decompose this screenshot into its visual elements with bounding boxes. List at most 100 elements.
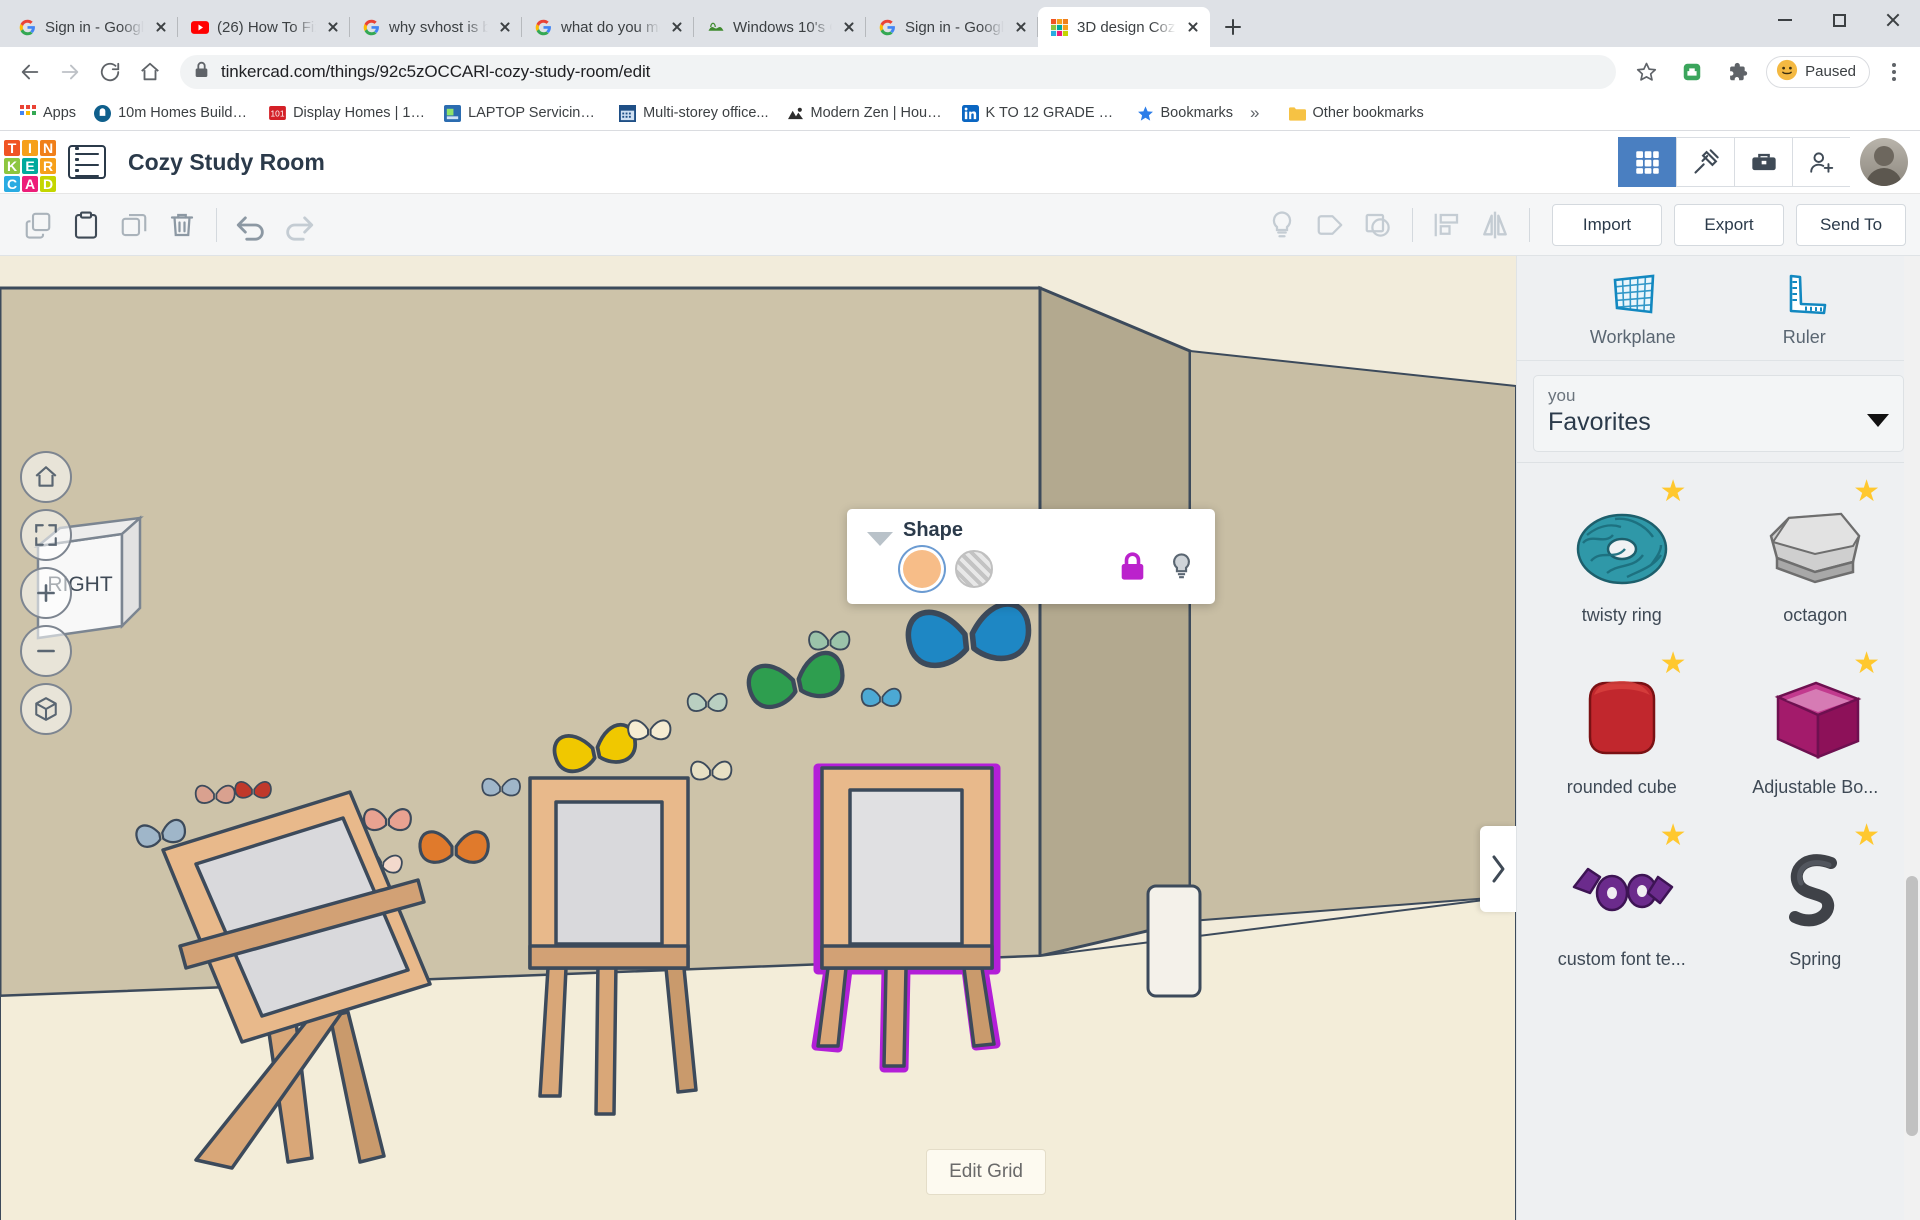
shape-item[interactable]: ★ rounded cube — [1525, 649, 1719, 821]
browser-tab[interactable]: Windows 10's C — [694, 7, 866, 47]
shape-category-dropdown[interactable]: you Favorites — [1533, 375, 1904, 452]
codeblocks-button[interactable] — [1676, 137, 1734, 187]
user-avatar[interactable] — [1860, 138, 1908, 186]
site-icon — [94, 105, 111, 122]
mirror-button[interactable] — [1471, 202, 1519, 248]
project-menu-icon[interactable] — [68, 145, 106, 179]
bookmark-item[interactable]: LAPTOP Servicing,... — [435, 101, 610, 126]
group-button[interactable] — [1354, 202, 1402, 248]
tinkercad-logo[interactable]: T I N K E R C A D — [4, 140, 56, 184]
close-icon[interactable] — [840, 18, 858, 36]
hole-swatch[interactable] — [955, 550, 993, 588]
close-icon[interactable] — [152, 18, 170, 36]
shape-item[interactable]: ★ Spring — [1719, 821, 1913, 993]
tab-title: Sign in - Google — [905, 19, 1004, 36]
bookmarks-overflow-button[interactable]: » — [1242, 99, 1267, 127]
star-icon[interactable]: ★ — [1853, 477, 1880, 507]
window-close-button[interactable] — [1866, 0, 1920, 40]
bookmark-item[interactable]: Bookmarks — [1128, 101, 1243, 126]
home-view-button[interactable] — [20, 451, 72, 503]
invite-button[interactable] — [1792, 137, 1850, 187]
zoom-out-button[interactable] — [20, 625, 72, 677]
other-bookmarks-folder[interactable]: Other bookmarks — [1280, 101, 1433, 126]
bookmark-apps[interactable]: Apps — [10, 101, 85, 126]
browser-tab[interactable]: Sign in - Google — [6, 7, 178, 47]
extensions-icon[interactable] — [1720, 54, 1756, 90]
blocks-view-button[interactable] — [1618, 137, 1676, 187]
canvas-3d-viewport[interactable]: RIGHT — [0, 256, 1516, 1220]
import-button[interactable]: Import — [1552, 204, 1662, 246]
panel-collapse-toggle[interactable] — [1480, 826, 1516, 912]
home-button[interactable] — [132, 54, 168, 90]
lock-icon[interactable] — [1119, 552, 1146, 587]
browser-tab[interactable]: why svhost is bl — [350, 7, 522, 47]
star-icon[interactable]: ★ — [1660, 649, 1687, 679]
logo-cell: N — [40, 140, 56, 156]
workplane-tool[interactable]: Workplane — [1568, 268, 1698, 348]
minimize-button[interactable] — [1758, 0, 1812, 40]
collapse-popover-button[interactable] — [857, 519, 903, 604]
bookmark-label: Display Homes | 10... — [293, 105, 426, 121]
undo-button[interactable] — [227, 202, 275, 248]
shape-properties-popover[interactable]: Shape — [847, 509, 1215, 604]
folder-icon — [1289, 105, 1306, 122]
copy-button[interactable] — [14, 202, 62, 248]
bookmark-star-icon[interactable] — [1628, 54, 1664, 90]
send-to-button[interactable]: Send To — [1796, 204, 1906, 246]
ruler-tool[interactable]: Ruler — [1739, 268, 1869, 348]
close-icon[interactable] — [496, 18, 514, 36]
bookmark-item[interactable]: Modern Zen | Hous... — [778, 101, 953, 126]
chrome-menu-icon[interactable] — [1880, 58, 1908, 86]
profile-status-label: Paused — [1805, 63, 1856, 80]
profile-paused-pill[interactable]: Paused — [1766, 56, 1870, 88]
page-scrollbar-thumb[interactable] — [1906, 876, 1918, 1136]
simulator-button[interactable] — [1734, 137, 1792, 187]
bookmark-item[interactable]: 10m Homes Builder... — [85, 101, 260, 126]
perspective-toggle-button[interactable] — [20, 683, 72, 735]
align-button[interactable] — [1423, 202, 1471, 248]
star-icon[interactable]: ★ — [1853, 649, 1880, 679]
fit-view-button[interactable] — [20, 509, 72, 561]
close-icon[interactable] — [1012, 18, 1030, 36]
close-icon[interactable] — [1184, 18, 1202, 36]
page-scrollbar-track[interactable] — [1904, 256, 1920, 1220]
bookmark-item[interactable]: 101 Display Homes | 10... — [260, 101, 435, 126]
new-tab-button[interactable] — [1216, 10, 1250, 44]
shape-item[interactable]: ★ twisty ring — [1525, 477, 1719, 649]
workspace: RIGHT — [0, 256, 1920, 1220]
export-button[interactable]: Export — [1674, 204, 1784, 246]
edit-grid-button[interactable]: Edit Grid — [926, 1149, 1046, 1195]
lightbulb-icon[interactable] — [1168, 552, 1195, 587]
maximize-button[interactable] — [1812, 0, 1866, 40]
notes-button[interactable] — [1306, 202, 1354, 248]
browser-tab[interactable]: (26) How To Fix — [178, 7, 350, 47]
delete-button[interactable] — [158, 202, 206, 248]
star-icon[interactable]: ★ — [1660, 821, 1687, 851]
close-icon[interactable] — [668, 18, 686, 36]
paste-button[interactable] — [62, 202, 110, 248]
back-button[interactable] — [12, 54, 48, 90]
zoom-in-button[interactable] — [20, 567, 72, 619]
address-bar[interactable]: tinkercad.com/things/92c5zOCCARl-cozy-st… — [180, 55, 1616, 89]
workplane-label: Workplane — [1590, 327, 1676, 348]
reload-button[interactable] — [92, 54, 128, 90]
close-icon[interactable] — [324, 18, 342, 36]
forward-button[interactable] — [52, 54, 88, 90]
shape-item[interactable]: ★ octagon — [1719, 477, 1913, 649]
shape-item[interactable]: ★ Adjustable Bo... — [1719, 649, 1913, 821]
light-button[interactable] — [1258, 202, 1306, 248]
bookmark-item[interactable]: K TO 12 GRADE 3 L... — [953, 101, 1128, 126]
redo-button[interactable] — [275, 202, 323, 248]
browser-tab[interactable]: Sign in - Google — [866, 7, 1038, 47]
shape-item[interactable]: ★ custom font te... — [1525, 821, 1719, 993]
star-icon[interactable]: ★ — [1853, 821, 1880, 851]
browser-tab-active[interactable]: 3D design Cozy — [1038, 7, 1210, 47]
duplicate-button[interactable] — [110, 202, 158, 248]
star-icon[interactable]: ★ — [1660, 477, 1687, 507]
easel-3-selected — [816, 768, 996, 1068]
solid-swatch[interactable] — [903, 550, 941, 588]
browser-tab[interactable]: what do you me — [522, 7, 694, 47]
extension-puzzle-green-icon[interactable] — [1674, 54, 1710, 90]
tab-title: Windows 10's C — [733, 19, 832, 36]
bookmark-item[interactable]: Multi-storey office... — [610, 101, 777, 126]
